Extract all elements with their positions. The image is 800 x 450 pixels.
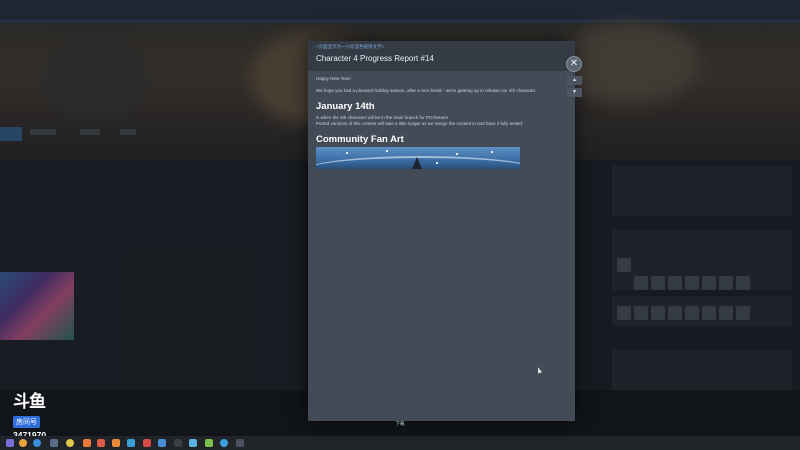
steam-icon[interactable] [127, 439, 135, 447]
app-icon[interactable] [66, 439, 74, 447]
modal-header: <页面显示为一小段蓝色链接文字> Character 4 Progress Re… [308, 41, 575, 71]
browser-icon[interactable] [19, 439, 27, 447]
app-icon[interactable] [205, 439, 213, 447]
news-modal: <页面显示为一小段蓝色链接文字> Character 4 Progress Re… [308, 41, 575, 421]
start-icon[interactable] [6, 439, 14, 447]
chevron-up-icon: ▲ [572, 77, 577, 83]
app-icon[interactable] [33, 439, 41, 447]
close-icon: ✕ [569, 58, 579, 69]
app-icon[interactable] [158, 439, 166, 447]
app-icon[interactable] [189, 439, 197, 447]
breadcrumb[interactable]: <页面显示为一小段蓝色链接文字> [316, 44, 384, 50]
footer-label: 下载 [395, 421, 405, 426]
section-heading-fanart: Community Fan Art [316, 134, 404, 145]
room-label-badge: 房间号 [13, 416, 40, 428]
app-icon[interactable] [236, 439, 244, 447]
app-icon[interactable] [83, 439, 91, 447]
modal-title: Character 4 Progress Report #14 [316, 54, 434, 63]
section-heading-date: January 14th [316, 101, 375, 112]
section-text-line: Ported versions of this content will tak… [316, 121, 524, 126]
next-button[interactable]: ▼ [567, 88, 582, 97]
fan-art-image[interactable] [316, 147, 520, 169]
close-button[interactable]: ✕ [566, 56, 582, 72]
stream-watermark: 斗鱼 房间号 3471970 [13, 393, 57, 440]
app-icon[interactable] [112, 439, 120, 447]
section-text-line: is when the 4th character will be in the… [316, 115, 448, 120]
modal-footer: 下载 [380, 421, 420, 427]
breadcrumb-link[interactable]: <页面显示为一小段蓝色链接文字> [316, 44, 384, 49]
app-icon[interactable] [97, 439, 105, 447]
douyu-logo: 斗鱼 [13, 392, 46, 411]
app-icon[interactable] [174, 439, 182, 447]
greeting-text: Happy New Year! [316, 76, 351, 81]
prev-button[interactable]: ▲ [567, 76, 582, 85]
app-icon[interactable] [50, 439, 58, 447]
intro-text: We hope you had a pleasant holiday seaso… [316, 88, 537, 93]
taskbar [0, 436, 800, 450]
chevron-down-icon: ▼ [572, 89, 577, 95]
app-icon[interactable] [220, 439, 228, 447]
app-icon[interactable] [143, 439, 151, 447]
